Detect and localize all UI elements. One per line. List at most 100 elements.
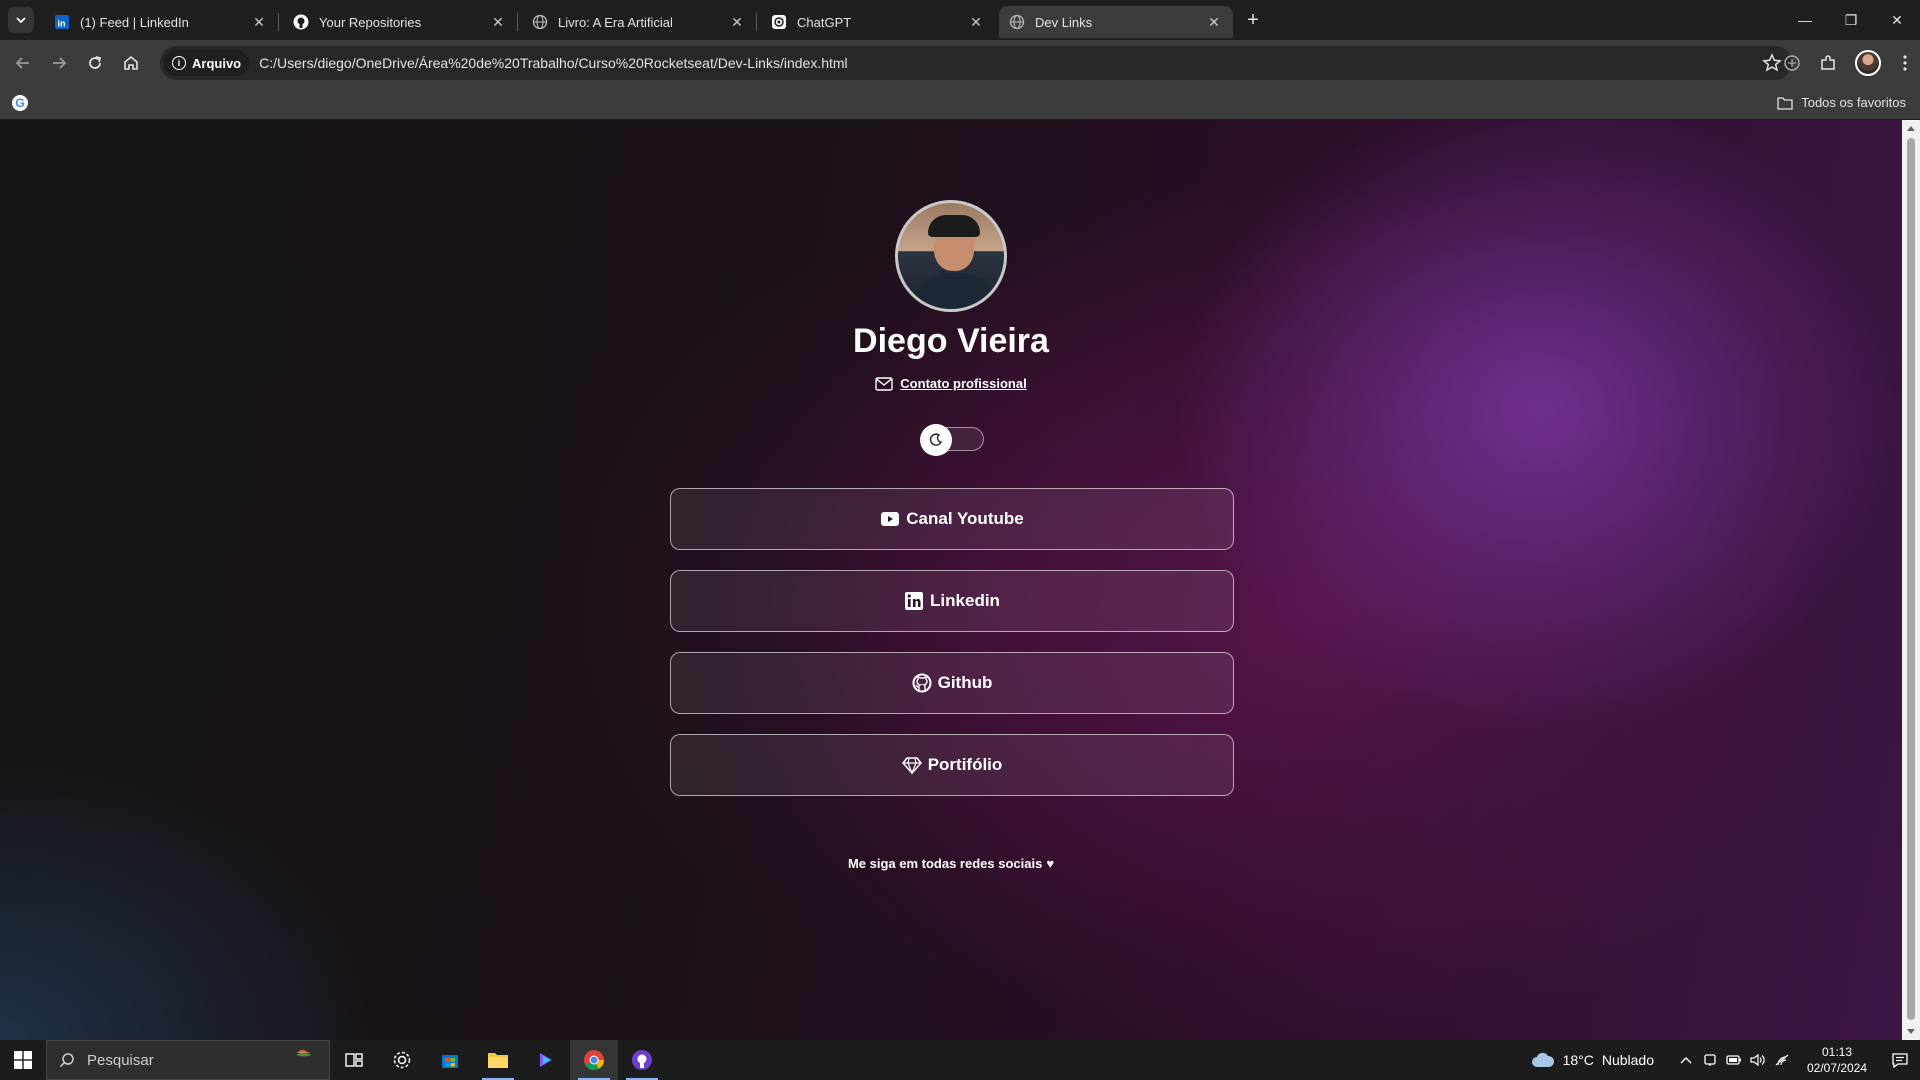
chevron-up-icon[interactable]	[1674, 1040, 1698, 1080]
info-icon: i	[172, 56, 186, 70]
arrow-right-icon	[53, 57, 67, 69]
links-list: Canal Youtube Linkedin Github Portifólio	[670, 488, 1234, 816]
photo-shirt	[910, 273, 1000, 309]
volume-icon[interactable]	[1746, 1040, 1770, 1080]
store-icon	[442, 1055, 458, 1068]
weather-temp: 18°C	[1562, 1052, 1594, 1068]
github-desktop-app[interactable]	[618, 1040, 666, 1080]
security-chip-label: Arquivo	[192, 55, 242, 71]
tab-separator	[278, 13, 279, 31]
moon-sun-icon	[929, 433, 943, 446]
linkedin-icon	[905, 592, 924, 610]
close-icon[interactable]: ✕	[1205, 13, 1223, 31]
tab-title: Your Repositories	[319, 14, 422, 30]
window-controls: — ❐ ✕	[1782, 0, 1920, 40]
weather-desc: Nublado	[1601, 1052, 1654, 1068]
url-text[interactable]: C:/Users/diego/OneDrive/Área%20de%20Trab…	[259, 55, 848, 71]
tab-dev-links[interactable]: Dev Links ✕	[999, 6, 1233, 38]
mail-icon	[875, 376, 893, 391]
store-app[interactable]	[426, 1040, 474, 1080]
folder-icon	[1777, 96, 1793, 110]
extension-icon[interactable]	[1774, 46, 1810, 80]
address-bar[interactable]: i Arquivo C:/Users/diego/OneDrive/Área%2…	[160, 46, 1792, 80]
new-tab-button[interactable]: +	[1239, 6, 1267, 34]
page-scrollbar[interactable]	[1902, 120, 1920, 1040]
close-window-icon[interactable]: ✕	[1874, 0, 1920, 40]
tab-separator	[517, 13, 518, 31]
reload-button[interactable]	[78, 46, 112, 80]
tab-chatgpt[interactable]: ChatGPT ✕	[761, 6, 995, 38]
chatgpt-icon	[771, 14, 787, 30]
link-label: Canal Youtube	[906, 509, 1024, 528]
search-placeholder: Pesquisar	[87, 1051, 154, 1069]
tab-livro[interactable]: Livro: A Era Artificial ✕	[522, 6, 756, 38]
globe-icon	[532, 14, 548, 30]
profile-photo	[895, 200, 1007, 312]
extensions-puzzle-icon[interactable]	[1810, 46, 1846, 80]
site-info-chip[interactable]: i Arquivo	[164, 50, 250, 76]
chevron-down-icon	[16, 17, 26, 24]
menu-kebab-icon[interactable]	[1890, 46, 1920, 80]
arrow-left-icon	[15, 57, 29, 69]
diamond-icon	[901, 757, 922, 775]
clock[interactable]: 01:13 02/07/2024	[1794, 1044, 1880, 1076]
scroll-down-arrow-icon[interactable]	[1907, 1029, 1915, 1034]
notifications-button[interactable]	[1880, 1040, 1920, 1080]
file-explorer-app[interactable]	[474, 1040, 522, 1080]
tab-search-button[interactable]	[8, 7, 34, 33]
taskbar-search[interactable]: Pesquisar	[46, 1040, 330, 1080]
browser-toolbar: i Arquivo C:/Users/diego/OneDrive/Área%2…	[0, 40, 1920, 86]
folder-icon	[488, 1053, 508, 1068]
contact-link[interactable]: Contato profissional	[0, 376, 1902, 391]
tab-linkedin[interactable]: in (1) Feed | LinkedIn ✕	[44, 6, 278, 38]
toggle-knob[interactable]	[920, 424, 952, 456]
link-github[interactable]: Github	[670, 652, 1234, 714]
scrollbar-thumb[interactable]	[1907, 138, 1915, 1020]
chrome-icon	[584, 1050, 605, 1071]
notification-icon	[1892, 1053, 1908, 1068]
battery-icon[interactable]	[1722, 1040, 1746, 1080]
close-icon[interactable]: ✕	[250, 13, 268, 31]
settings-app[interactable]	[378, 1040, 426, 1080]
link-youtube[interactable]: Canal Youtube	[670, 488, 1234, 550]
tab-github[interactable]: Your Repositories ✕	[283, 6, 517, 38]
chrome-app[interactable]	[570, 1040, 618, 1080]
home-button[interactable]	[114, 46, 148, 80]
task-view-button[interactable]	[330, 1040, 378, 1080]
home-icon	[124, 55, 138, 70]
avatar	[1855, 50, 1881, 76]
theme-toggle[interactable]	[920, 424, 984, 456]
github-icon	[912, 673, 932, 693]
restore-icon[interactable]: ❐	[1828, 0, 1874, 40]
windows-logo-icon	[14, 1051, 32, 1069]
scroll-up-arrow-icon[interactable]	[1907, 126, 1915, 131]
globe-icon	[1009, 14, 1025, 30]
link-linkedin[interactable]: Linkedin	[670, 570, 1234, 632]
contact-label: Contato profissional	[900, 376, 1027, 391]
footer: Me siga em todas redes sociais ♥	[0, 856, 1902, 871]
system-tray: 18°C Nublado 01:13 02/07/2024	[1531, 1040, 1920, 1080]
task-view-icon	[345, 1053, 363, 1067]
forward-button[interactable]	[42, 46, 76, 80]
close-icon[interactable]: ✕	[967, 13, 985, 31]
weather-widget[interactable]: 18°C Nublado	[1531, 1052, 1654, 1068]
all-bookmarks-folder[interactable]: Todos os favoritos	[1777, 95, 1906, 110]
start-button[interactable]	[0, 1040, 46, 1080]
profile-avatar-button[interactable]	[1846, 46, 1890, 80]
tab-title: (1) Feed | LinkedIn	[80, 14, 189, 30]
gear-icon	[393, 1051, 411, 1069]
copilot-app[interactable]	[522, 1040, 570, 1080]
minimize-icon[interactable]: —	[1782, 0, 1828, 40]
google-icon[interactable]: G	[12, 94, 28, 111]
github-desktop-icon	[632, 1050, 652, 1070]
wifi-icon[interactable]	[1770, 1040, 1794, 1080]
reload-icon	[89, 56, 102, 69]
back-button[interactable]	[6, 46, 40, 80]
close-icon[interactable]: ✕	[489, 13, 507, 31]
meet-now-icon[interactable]	[1698, 1040, 1722, 1080]
photo-cap	[928, 215, 980, 237]
cloud-icon	[1531, 1052, 1554, 1067]
link-portfolio[interactable]: Portifólio	[670, 734, 1234, 796]
close-icon[interactable]: ✕	[728, 13, 746, 31]
github-icon	[293, 14, 309, 30]
